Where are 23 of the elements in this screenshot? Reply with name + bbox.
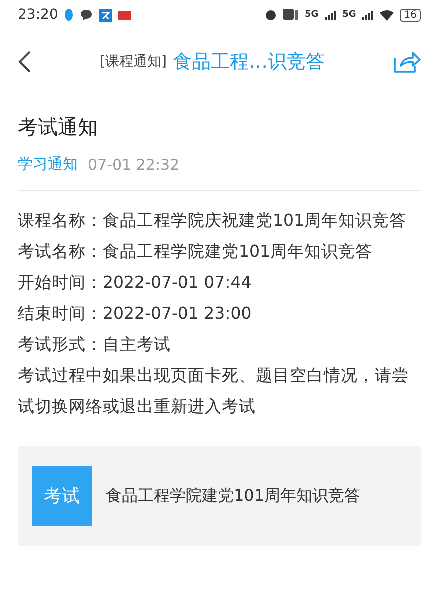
notice-text: 考试形式：自主考试 [18, 334, 172, 356]
exam-card[interactable]: 考试 食品工程学院建党101周年知识竞答 [18, 446, 421, 546]
network-label: 5G [304, 10, 319, 20]
exam-badge: 考试 [32, 466, 92, 526]
notice-text: 课程名称：食品工程学院庆祝建党101周年知识竞答 [18, 210, 408, 232]
category-label: [课程通知] [100, 53, 167, 71]
notice-title: 考试通知 [18, 114, 99, 141]
signal-icon [362, 10, 374, 20]
wifi-icon [380, 10, 394, 20]
notice-text: 开始时间：2022-07-01 07:44 [18, 272, 253, 294]
notice-text: 结束时间：2022-07-01 23:00 [18, 303, 253, 325]
chat-bubble-icon [80, 9, 94, 21]
status-time: 23:20 [18, 7, 58, 23]
page-title: 食品工程…识竞答 [172, 50, 325, 75]
exam-title: 食品工程学院建党101周年知识竞答 [106, 486, 361, 506]
app-icon [118, 10, 132, 20]
network-label: 5G [342, 10, 356, 20]
notice-text: 考试过程中如果出现页面卡死、题目空白情况，请尝试切换网络或退出重新进入考试 [18, 365, 410, 418]
signal-icon [324, 10, 337, 20]
notice-time: 07-01 22:32 [88, 156, 180, 174]
notice-text: 考试名称：食品工程学院建党101周年知识竞答 [18, 241, 374, 263]
app-icon [99, 8, 112, 22]
battery-indicator: 16 [400, 8, 421, 22]
